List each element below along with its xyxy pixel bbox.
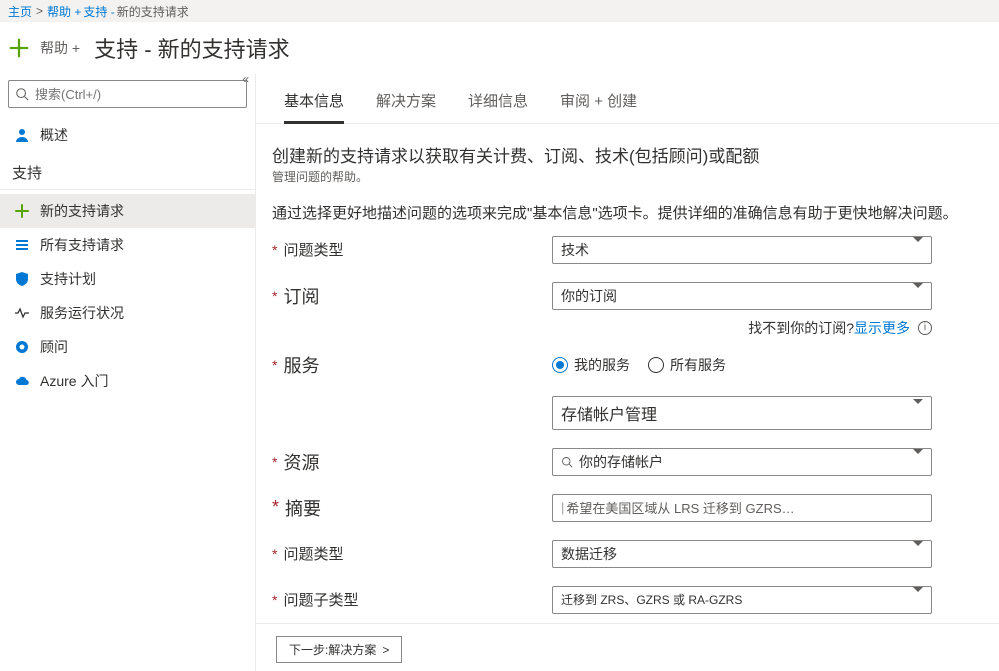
intro-text-2: 通过选择更好地描述问题的选项来完成"基本信息"选项卡。提供详细的准确信息有助于更… xyxy=(272,202,971,226)
collapse-sidebar-icon[interactable]: « xyxy=(242,72,249,86)
list-icon xyxy=(14,237,30,253)
search-icon xyxy=(15,87,29,101)
breadcrumb-current: 新的支持请求 xyxy=(117,3,189,20)
plus-small-icon xyxy=(14,203,30,219)
chevron-right-icon: > xyxy=(382,643,389,657)
form-footer: 下一步:解决方案 > xyxy=(256,623,999,671)
tab-review[interactable]: 审阅 + 创建 xyxy=(560,90,637,123)
next-button[interactable]: 下一步:解决方案 > xyxy=(276,636,402,663)
page-title-prefix: 帮助 + xyxy=(40,38,80,58)
select-subscription[interactable]: 你的订阅 xyxy=(552,282,932,310)
tab-details[interactable]: 详细信息 xyxy=(468,90,528,123)
input-summary[interactable]: | 希望在美国区域从 LRS 迁移到 GZRS… xyxy=(552,494,932,522)
chevron-down-icon xyxy=(913,288,923,304)
select-resource[interactable]: 你的存储帐户 xyxy=(552,448,932,476)
breadcrumb-support[interactable]: 支持 - xyxy=(83,3,114,20)
main-panel: 基本信息 解决方案 详细信息 审阅 + 创建 创建新的支持请求以获取有关计费、订… xyxy=(256,74,999,671)
chevron-down-icon xyxy=(913,454,923,470)
select-service[interactable]: 存储帐户管理 xyxy=(552,396,932,430)
radio-icon xyxy=(648,357,664,373)
advisor-icon xyxy=(14,339,30,355)
cloud-icon xyxy=(14,373,30,389)
label-summary: * 摘要 xyxy=(272,495,552,521)
sidebar-item-service-health[interactable]: 服务运行状况 xyxy=(0,296,255,330)
sidebar-item-all-requests[interactable]: 所有支持请求 xyxy=(0,228,255,262)
select-problem-subtype[interactable]: 迁移到 ZRS、GZRS 或 RA-GZRS xyxy=(552,586,932,614)
label-problem-subtype: * 问题子类型 xyxy=(272,589,552,610)
intro-text: 创建新的支持请求以获取有关计费、订阅、技术(包括顾问)或配额 管理问题的帮助。 xyxy=(272,144,971,184)
label-subscription: * 订阅 xyxy=(272,283,552,309)
label-resource: * 资源 xyxy=(272,449,552,475)
radio-all-services[interactable]: 所有服务 xyxy=(648,355,726,375)
select-issue-type[interactable]: 技术 xyxy=(552,236,932,264)
sidebar-item-label: 概述 xyxy=(40,125,68,145)
plus-icon xyxy=(8,37,30,59)
sidebar-item-support-plan[interactable]: 支持计划 xyxy=(0,262,255,296)
page-title: 支持 - 新的支持请求 xyxy=(94,32,290,64)
sidebar-item-new-request[interactable]: 新的支持请求 xyxy=(0,194,255,228)
person-icon xyxy=(14,127,30,143)
sidebar: « 概述 支持 新的支持请求 所有支持请求 xyxy=(0,74,256,671)
sidebar-item-label: 新的支持请求 xyxy=(40,201,124,221)
tab-solutions[interactable]: 解决方案 xyxy=(376,90,436,123)
heartbeat-icon xyxy=(14,305,30,321)
search-input[interactable] xyxy=(35,87,240,102)
page-title-row: 帮助 + 支持 - 新的支持请求 xyxy=(0,22,999,74)
sidebar-item-label: 支持计划 xyxy=(40,269,96,289)
form-content: 创建新的支持请求以获取有关计费、订阅、技术(包括顾问)或配额 管理问题的帮助。 … xyxy=(256,124,999,623)
radio-my-services[interactable]: 我的服务 xyxy=(552,355,630,375)
tabs: 基本信息 解决方案 详细信息 审阅 + 创建 xyxy=(256,74,999,124)
sidebar-item-label: Azure 入门 xyxy=(40,371,108,391)
radio-icon xyxy=(552,357,568,373)
sidebar-item-label: 服务运行状况 xyxy=(40,303,124,323)
breadcrumb-home[interactable]: 主页 xyxy=(8,3,32,20)
show-more-link[interactable]: 显示更多 xyxy=(854,320,910,336)
breadcrumb: 主页 > 帮助 + 支持 - 新的支持请求 xyxy=(0,0,999,22)
sidebar-item-label: 所有支持请求 xyxy=(40,235,124,255)
subscription-helper: 找不到你的订阅?显示更多 i xyxy=(552,318,932,338)
shield-icon xyxy=(14,271,30,287)
select-problem-type[interactable]: 数据迁移 xyxy=(552,540,932,568)
tab-basics[interactable]: 基本信息 xyxy=(284,90,344,124)
search-icon xyxy=(561,456,573,468)
sidebar-item-azure-intro[interactable]: Azure 入门 xyxy=(0,364,255,398)
label-problem-type: * 问题类型 xyxy=(272,543,552,564)
service-radio-group: 我的服务 所有服务 xyxy=(552,355,932,375)
sidebar-section-support: 支持 xyxy=(0,152,255,190)
chevron-down-icon xyxy=(913,242,923,258)
sidebar-item-overview[interactable]: 概述 xyxy=(0,118,255,152)
sidebar-item-advisor[interactable]: 顾问 xyxy=(0,330,255,364)
sidebar-search[interactable] xyxy=(8,80,247,108)
breadcrumb-help[interactable]: 帮助 + xyxy=(47,3,81,20)
chevron-down-icon xyxy=(913,592,923,608)
label-issue-type: * 问题类型 xyxy=(272,239,552,260)
sidebar-item-label: 顾问 xyxy=(40,337,68,357)
chevron-down-icon xyxy=(913,546,923,562)
chevron-down-icon xyxy=(913,404,923,422)
label-service: * 服务 xyxy=(272,352,552,378)
info-icon[interactable]: i xyxy=(918,321,932,335)
